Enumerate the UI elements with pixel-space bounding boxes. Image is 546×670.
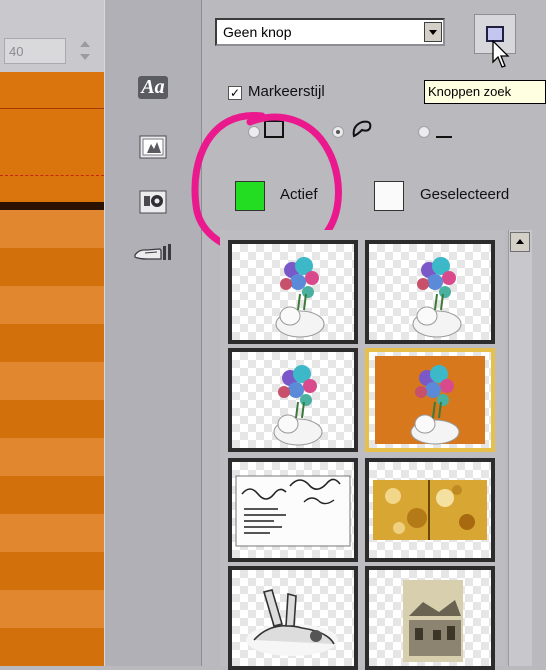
scroll-up-icon[interactable] — [510, 232, 530, 252]
thumbnail-item[interactable] — [228, 458, 358, 562]
gold-texture-image — [373, 480, 487, 540]
thumbnail-item-selected[interactable] — [365, 348, 495, 452]
flower-vase-orange-image — [375, 356, 485, 445]
handwritten-card-image — [235, 475, 351, 547]
thumbnail-item[interactable] — [365, 566, 495, 670]
thumbnail-scrollbar[interactable] — [508, 230, 532, 666]
flower-vase-image — [273, 365, 323, 446]
cartoon-rabbit-image — [246, 589, 338, 656]
old-street-photo-image — [403, 580, 463, 662]
thumbnail-item[interactable] — [365, 458, 495, 562]
thumbnail-item[interactable] — [228, 240, 358, 344]
thumbnail-item[interactable] — [228, 566, 358, 670]
thumbnail-item[interactable] — [228, 348, 358, 452]
thumbnail-item[interactable] — [365, 240, 495, 344]
flower-vase-image — [412, 257, 462, 338]
flower-vase-image — [275, 257, 325, 338]
